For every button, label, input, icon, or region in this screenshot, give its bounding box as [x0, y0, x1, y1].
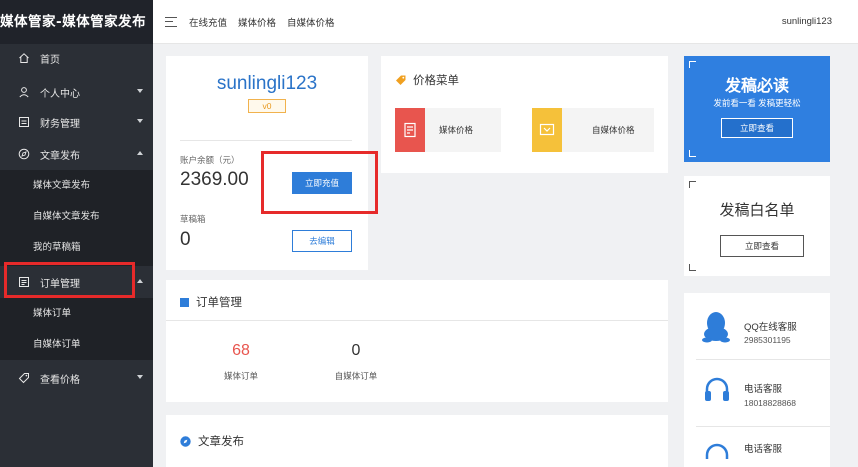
sidebar-item-label: 文章发布: [40, 150, 80, 162]
edit-drafts-button[interactable]: 去编辑: [292, 230, 352, 252]
must-read-title: 发稿必读: [724, 78, 789, 95]
balance-value: 2369.00: [180, 169, 249, 190]
media-price-label: 媒体价格: [439, 125, 474, 135]
recharge-highlight: [261, 151, 378, 214]
sidebar-item-label: 财务管理: [40, 118, 80, 130]
draft-count: 0: [180, 229, 191, 250]
corner-mark: [689, 264, 696, 271]
sidebar-item-label: 首页: [40, 54, 60, 66]
account-username: sunlingli123: [216, 73, 318, 94]
headset-icon: [705, 443, 729, 459]
home-icon: [17, 51, 31, 65]
article-publish-card: 文章发布: [166, 415, 668, 467]
sidebar-item-label: 查看价格: [40, 374, 80, 386]
must-read-subtitle: 发前看一看 发稿更轻松: [713, 98, 801, 108]
divider: [696, 359, 830, 360]
top-link-self-media-price[interactable]: 自媒体价格: [287, 15, 335, 29]
phone-service-number: 18018828868: [744, 398, 797, 408]
self-media-price-tile[interactable]: 自媒体价格: [532, 108, 654, 152]
sidebar-item-label: 个人中心: [40, 88, 80, 100]
top-link-media-price[interactable]: 媒体价格: [238, 15, 276, 29]
whitelist-banner[interactable]: 发稿白名单 立即查看: [684, 176, 830, 276]
order-icon: [180, 297, 189, 307]
self-media-price-icon: [532, 108, 562, 152]
user-name[interactable]: sunlingli123: [782, 0, 832, 44]
submenu-self-media-article[interactable]: 自媒体文章发布: [0, 203, 153, 231]
phone-service-title: 电话客服: [744, 384, 783, 395]
sidebar-item-prices[interactable]: 查看价格: [0, 364, 153, 392]
price-menu-title: 价格菜单: [413, 75, 459, 87]
customer-service-card: QQ在线客服 2985301195 电话客服 18018828868 电话客服: [684, 293, 830, 467]
chevron-up-icon: [137, 151, 143, 155]
submenu-drafts[interactable]: 我的草稿箱: [0, 234, 153, 262]
user-icon: [17, 85, 31, 99]
article-header: 文章发布: [180, 433, 244, 449]
sidebar-item-home[interactable]: 首页: [0, 44, 153, 72]
chevron-up-icon: [137, 279, 143, 283]
must-read-button[interactable]: 立即查看: [721, 118, 793, 138]
order-submenu: 媒体订单 自媒体订单: [0, 298, 153, 360]
top-bar: 在线充值 媒体价格 自媒体价格 sunlingli123: [153, 0, 858, 44]
whitelist-title: 发稿白名单: [719, 202, 795, 219]
qq-service-number: 2985301195: [744, 335, 791, 345]
tag-icon: [396, 75, 406, 85]
phone-service-row-2[interactable]: 电话客服: [684, 429, 830, 467]
corner-mark: [689, 181, 696, 188]
finance-icon: [17, 115, 31, 129]
compass-icon: [17, 147, 31, 161]
sidebar-item-finance[interactable]: 财务管理: [0, 108, 153, 136]
self-media-price-label: 自媒体价格: [592, 125, 635, 135]
media-price-icon: [395, 108, 425, 152]
divider: [696, 426, 830, 427]
must-read-banner[interactable]: 发稿必读 发前看一看 发稿更轻松 立即查看: [684, 56, 830, 162]
phone-service-title-2: 电话客服: [744, 444, 783, 455]
chevron-down-icon: [137, 89, 143, 93]
sidebar-item-profile[interactable]: 个人中心: [0, 78, 153, 106]
price-menu-header: 价格菜单: [395, 72, 459, 88]
sidebar-item-article[interactable]: 文章发布: [0, 140, 153, 168]
self-media-order-count[interactable]: 0: [316, 342, 396, 360]
balance-label: 账户余额（元）: [180, 155, 240, 165]
submenu-media-article[interactable]: 媒体文章发布: [0, 172, 153, 200]
media-order-label: 媒体订单: [223, 371, 258, 381]
draft-label: 草稿箱: [180, 214, 206, 224]
media-price-tile[interactable]: 媒体价格: [395, 108, 501, 152]
order-title: 订单管理: [196, 297, 242, 309]
divider: [180, 140, 352, 141]
whitelist-button[interactable]: 立即查看: [720, 235, 804, 257]
compass-icon: [180, 435, 191, 447]
article-title: 文章发布: [198, 436, 244, 448]
corner-mark: [689, 150, 696, 157]
menu-toggle-icon[interactable]: [165, 16, 177, 27]
article-submenu: 媒体文章发布 自媒体文章发布 我的草稿箱: [0, 170, 153, 266]
level-badge: v0: [248, 99, 286, 113]
phone-service-row[interactable]: 电话客服 18018828868: [684, 361, 830, 421]
media-order-count[interactable]: 68: [201, 342, 281, 360]
qq-service-title: QQ在线客服: [744, 322, 797, 333]
self-media-order-label: 自媒体订单: [334, 371, 378, 381]
sidebar: 媒体管家-媒体管家发布 首页 个人中心 财务管理 文章发布 媒体文章发布 自媒体…: [0, 0, 153, 467]
submenu-self-media-orders[interactable]: 自媒体订单: [0, 331, 153, 359]
order-menu-highlight: [4, 262, 135, 298]
divider: [166, 320, 668, 321]
qq-icon: [702, 312, 730, 343]
chevron-down-icon: [137, 375, 143, 379]
price-menu-card: 价格菜单 媒体价格 自媒体价格: [381, 56, 668, 173]
headset-icon: [705, 377, 729, 401]
tag-icon: [17, 371, 31, 385]
top-link-recharge[interactable]: 在线充值: [189, 15, 227, 29]
chevron-down-icon: [137, 119, 143, 123]
order-management-card: 订单管理 68 媒体订单 0 自媒体订单: [166, 280, 668, 402]
order-header: 订单管理: [180, 294, 242, 310]
brand-title: 媒体管家-媒体管家发布: [0, 0, 153, 44]
corner-mark: [689, 61, 696, 68]
qq-service-row[interactable]: QQ在线客服 2985301195: [684, 297, 830, 357]
submenu-media-orders[interactable]: 媒体订单: [0, 300, 153, 328]
